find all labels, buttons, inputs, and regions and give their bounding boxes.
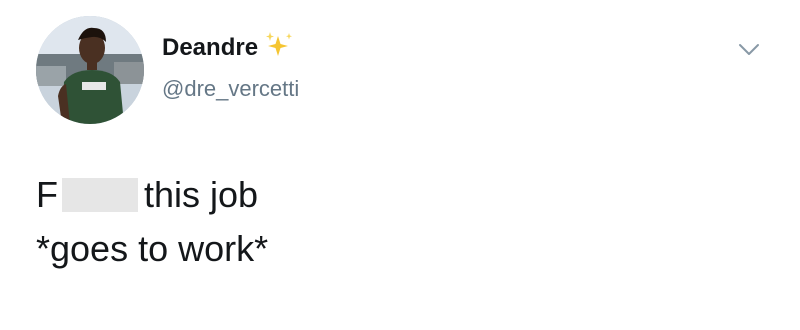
chevron-down-icon[interactable] (738, 42, 760, 58)
tweet-line-1-suffix: this job (144, 174, 259, 215)
tweet-text: F this job *goes to work* (36, 168, 268, 276)
sparkles-icon (262, 30, 294, 60)
tweet-line-1: F this job (36, 168, 268, 222)
tweet-line-2: *goes to work* (36, 228, 269, 269)
tweet-card: Deandre @dre_vercetti F this job *goes t… (0, 0, 800, 330)
censor-box (62, 178, 138, 212)
author-name-row: Deandre (162, 32, 294, 62)
user-handle[interactable]: @dre_vercetti (162, 76, 299, 102)
profile-photo (36, 16, 144, 124)
avatar[interactable] (36, 16, 144, 124)
display-name[interactable]: Deandre (162, 34, 258, 62)
tweet-line-1-prefix: F (36, 174, 58, 215)
